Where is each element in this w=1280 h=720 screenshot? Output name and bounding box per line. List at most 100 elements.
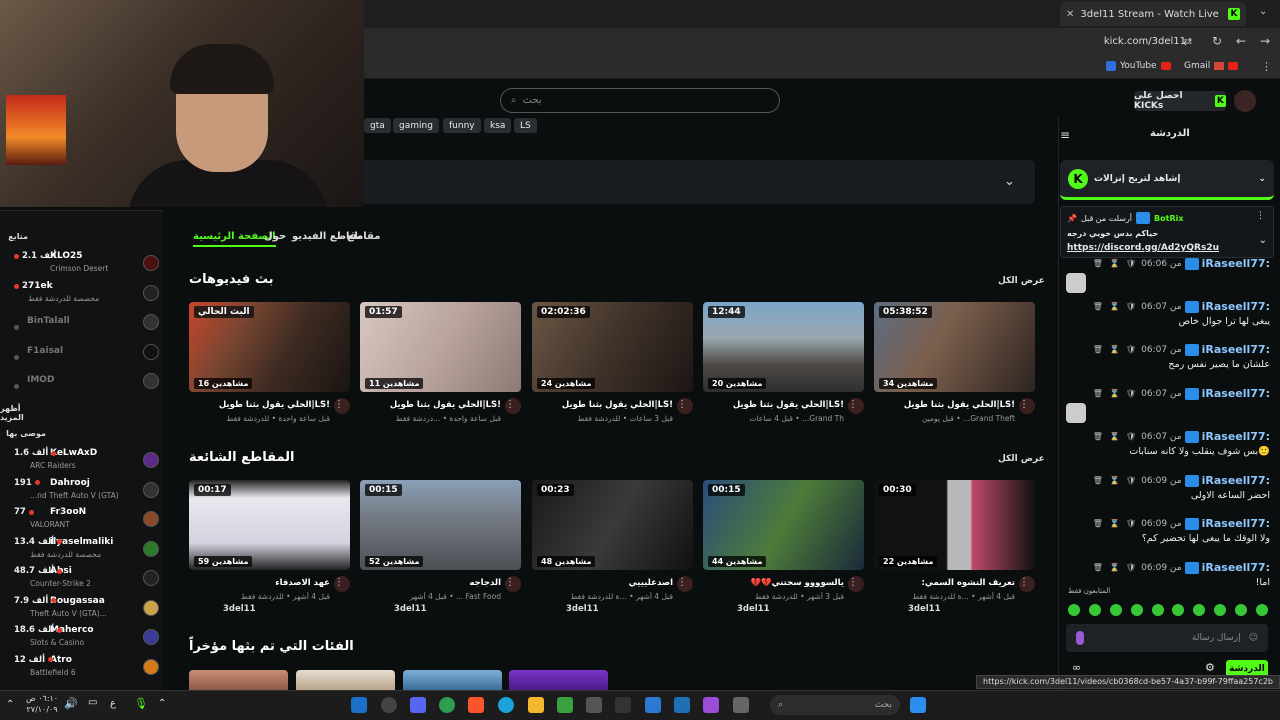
taskbar-search[interactable]: ⌕ بحث bbox=[770, 695, 900, 715]
file-explorer-icon[interactable] bbox=[528, 697, 544, 713]
collapse-chat-icon[interactable]: ≡ bbox=[1060, 128, 1070, 142]
microphone-icon[interactable]: 🎙 bbox=[134, 697, 148, 710]
tag-chip[interactable]: gta bbox=[364, 118, 391, 133]
video-card[interactable]: البث الحالي 16 مشاهدين الحلي يقول بثنا طوي… bbox=[189, 302, 350, 432]
more-options-icon[interactable]: ⋮ bbox=[505, 577, 515, 588]
thumbnail[interactable]: 00:15 44 مشاهدين bbox=[703, 480, 864, 570]
more-options-icon[interactable]: ⋮ bbox=[677, 399, 687, 410]
chrome-icon[interactable] bbox=[439, 697, 455, 713]
mod-actions-icon[interactable]: 🗑 ⌛ 🛡 bbox=[1093, 259, 1138, 268]
card-channel[interactable]: 3del11 bbox=[908, 604, 941, 614]
edge-icon[interactable] bbox=[498, 697, 514, 713]
card-title[interactable]: الدجاجه bbox=[383, 578, 501, 588]
gear-icon[interactable]: ⚙ bbox=[1205, 661, 1215, 674]
tag-chip[interactable]: gaming bbox=[393, 118, 439, 133]
search-box[interactable]: ⌕ بحث bbox=[500, 88, 780, 113]
mod-actions-icon[interactable]: 🗑 ⌛ 🛡 bbox=[1093, 476, 1138, 485]
card-title[interactable]: الحلي يقول بثنا طويل|LS! bbox=[726, 400, 844, 410]
store-icon[interactable] bbox=[645, 697, 661, 713]
chat-username[interactable]: iRaseell77: bbox=[1202, 430, 1270, 443]
video-card[interactable]: 05:38:52 34 مشاهدين الحلي يقول بثنا طويل|L… bbox=[874, 302, 1035, 432]
tag-chip[interactable]: LS bbox=[514, 118, 537, 133]
card-channel[interactable]: 3del11 bbox=[394, 604, 427, 614]
mod-actions-icon[interactable]: 🗑 ⌛ 🛡 bbox=[1093, 563, 1138, 572]
card-title[interactable]: اصدعليييي bbox=[555, 578, 673, 588]
emoji-icon[interactable]: ☺ bbox=[1249, 633, 1258, 643]
chevron-up-icon[interactable]: ⌃ bbox=[6, 699, 14, 710]
thumbnail[interactable]: 00:30 22 مشاهدين bbox=[874, 480, 1035, 570]
chevron-up-icon[interactable]: ⌃ bbox=[158, 698, 166, 709]
clips-view-all-link[interactable]: عرض الكل bbox=[998, 454, 1045, 464]
card-channel[interactable]: 3del11 bbox=[737, 604, 770, 614]
mod-actions-icon[interactable]: 🗑 ⌛ 🛡 bbox=[1093, 432, 1138, 441]
chevron-down-icon[interactable]: ⌄ bbox=[1259, 235, 1267, 246]
thumbnail[interactable]: 05:38:52 34 مشاهدين bbox=[874, 302, 1035, 392]
copilot-icon[interactable] bbox=[703, 697, 719, 713]
category-card[interactable] bbox=[189, 670, 288, 690]
forward-icon[interactable]: → bbox=[1260, 34, 1270, 48]
mod-actions-icon[interactable]: 🗑 ⌛ 🛡 bbox=[1093, 519, 1138, 528]
tab-clips[interactable]: مقاطع bbox=[347, 231, 380, 242]
infinity-icon[interactable]: ∞ bbox=[1072, 661, 1081, 674]
category-card[interactable] bbox=[403, 670, 502, 690]
more-options-icon[interactable]: ⋮ bbox=[505, 399, 515, 410]
chevron-down-icon[interactable]: ⌄ bbox=[1004, 174, 1015, 189]
get-kicks-button[interactable]: احصل على KICKs K bbox=[1134, 91, 1226, 111]
chat-username[interactable]: iRaseell77: bbox=[1202, 474, 1270, 487]
quick-emote-icon[interactable] bbox=[1235, 604, 1247, 616]
discord-icon[interactable] bbox=[410, 697, 426, 713]
bookmark-youtube[interactable]: YouTube bbox=[1106, 61, 1171, 71]
quick-emote-icon[interactable] bbox=[1193, 604, 1206, 616]
video-card[interactable]: 12:44 20 مشاهدين الحلي يقول بثنا طويل|LS! ق… bbox=[703, 302, 864, 432]
back-icon[interactable]: ← bbox=[1236, 34, 1246, 48]
obs-icon[interactable] bbox=[381, 697, 397, 713]
card-title[interactable]: الحلي يقول بثنا طويل|LS! bbox=[555, 400, 673, 410]
quick-emote-icon[interactable] bbox=[1068, 604, 1080, 616]
clip-card[interactable]: 00:17 59 مشاهدين عهد الاصدقاء قبل 4 أشهر • … bbox=[189, 480, 350, 620]
card-title[interactable]: الحلي يقول بثنا طويل|LS! bbox=[897, 400, 1015, 410]
language-indicator[interactable]: ع bbox=[110, 698, 116, 709]
epic-games-icon[interactable] bbox=[586, 697, 602, 713]
card-title[interactable]: 💔💔يالسوووو سحتني bbox=[726, 578, 844, 588]
more-options-icon[interactable]: ⋮ bbox=[677, 577, 687, 588]
chat-input[interactable]: إرسال رسالة ☺ bbox=[1066, 624, 1268, 652]
category-card[interactable] bbox=[509, 670, 608, 690]
card-title[interactable]: :تعريف التشوه السمي bbox=[897, 578, 1015, 588]
quick-emote-icon[interactable] bbox=[1151, 604, 1164, 616]
profile-avatar[interactable] bbox=[1234, 90, 1256, 112]
mod-actions-icon[interactable]: 🗑 ⌛ 🛡 bbox=[1093, 345, 1138, 354]
card-channel[interactable]: 3del11 bbox=[566, 604, 599, 614]
quick-emote-icon[interactable] bbox=[1255, 604, 1268, 616]
volume-icon[interactable]: 🔊 bbox=[64, 697, 78, 710]
all-bookmarks-icon[interactable]: ⋮ bbox=[1261, 60, 1272, 73]
chat-username[interactable]: iRaseell77: bbox=[1202, 561, 1270, 574]
mail-icon[interactable] bbox=[674, 697, 690, 713]
pinned-link[interactable]: https://discord.gg/Ad2yQRs2u bbox=[1067, 243, 1219, 253]
mod-actions-icon[interactable]: 🗑 ⌛ 🛡 bbox=[1093, 389, 1138, 398]
thumbnail[interactable]: 00:17 59 مشاهدين bbox=[189, 480, 350, 570]
more-options-icon[interactable]: ⋮ bbox=[334, 577, 344, 588]
clip-card[interactable]: 00:15 52 مشاهدين الدجاجه قبل 4 أشهر • ... F… bbox=[360, 480, 521, 620]
chat-username[interactable]: iRaseell77: bbox=[1202, 300, 1270, 313]
show-more-link[interactable]: أظهر المزيد bbox=[0, 404, 36, 422]
close-tab-icon[interactable]: ✕ bbox=[1066, 9, 1074, 20]
video-card[interactable]: 02:02:36 24 مشاهدين الحلي يقول بثنا طويل|L… bbox=[532, 302, 693, 432]
tag-chip[interactable]: funny bbox=[443, 118, 481, 133]
tab-about[interactable]: حول bbox=[264, 231, 286, 242]
more-options-icon[interactable]: ⋮ bbox=[1019, 399, 1029, 410]
thumbnail[interactable]: 01:57 11 مشاهدين bbox=[360, 302, 521, 392]
brave-icon[interactable] bbox=[468, 697, 484, 713]
card-title[interactable]: عهد الاصدقاء bbox=[212, 578, 330, 588]
xbox-icon[interactable] bbox=[557, 697, 573, 713]
task-view-icon[interactable] bbox=[733, 697, 749, 713]
thumbnail[interactable]: 12:44 20 مشاهدين bbox=[703, 302, 864, 392]
video-card[interactable]: 01:57 11 مشاهدين الحلي يقول بثنا طويل|LS! ق… bbox=[360, 302, 521, 432]
chevron-down-icon[interactable]: ⌄ bbox=[1258, 174, 1266, 184]
quick-emote-icon[interactable] bbox=[1214, 604, 1227, 616]
url-text[interactable]: kick.com/3del11 bbox=[1104, 36, 1186, 47]
chat-username[interactable]: iRaseell77: bbox=[1202, 387, 1270, 400]
more-options-icon[interactable]: ⋮ bbox=[848, 577, 858, 588]
quick-emote-icon[interactable] bbox=[1088, 604, 1101, 616]
thumbnail[interactable]: 00:23 48 مشاهدين bbox=[532, 480, 693, 570]
card-title[interactable]: الحلي يقول بثنا طويل|LS! bbox=[383, 400, 501, 410]
